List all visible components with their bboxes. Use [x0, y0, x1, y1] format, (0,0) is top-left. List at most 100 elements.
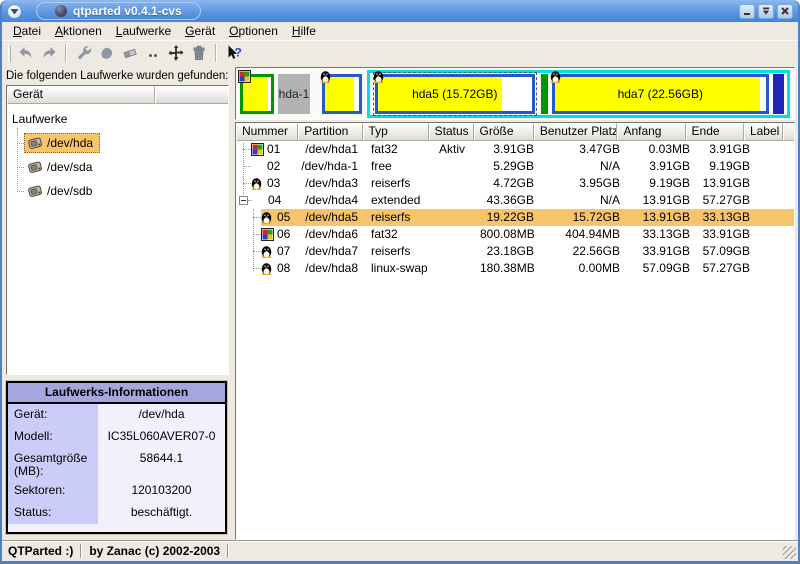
tux-icon	[261, 262, 275, 275]
titlebar[interactable]: qtparted v0.4.1-cvs	[2, 0, 798, 22]
redo-button	[37, 42, 60, 64]
column-header-num[interactable]: Nummer	[236, 123, 298, 141]
tree-branch-line	[17, 143, 24, 144]
windows-icon	[261, 228, 275, 241]
cell-ende: 57.27GB	[698, 192, 758, 209]
hard-disk-icon	[27, 160, 43, 174]
cell-benutzer: 3.47GB	[542, 141, 628, 158]
partition-number: 08	[277, 260, 290, 277]
cell-typ: extended	[366, 192, 434, 209]
tux-icon	[251, 177, 265, 190]
partition-block-hda1[interactable]	[240, 74, 274, 114]
status-separator	[80, 544, 82, 558]
window-controls	[739, 4, 793, 19]
cell-partition: /dev/hda5	[300, 209, 366, 226]
tree-branch-line	[253, 268, 261, 269]
partition-block-hda6[interactable]	[541, 74, 548, 114]
menu-hilfe[interactable]: Hilfe	[285, 23, 323, 39]
maximize-icon	[761, 6, 771, 16]
sidebar-item-dev-hda[interactable]: /dev/hda	[7, 131, 228, 155]
tree-branch-line	[253, 217, 261, 218]
partition-table-body: 01/dev/hda1fat32Aktiv3.91GB3.47GB0.03MB3…	[236, 141, 794, 539]
tree-branch-line	[17, 167, 24, 168]
tree-root-laufwerke[interactable]: Laufwerke	[7, 107, 228, 131]
partition-number: 04	[268, 192, 281, 209]
drive-info-footer	[8, 524, 225, 532]
cell-status: Aktiv	[434, 141, 480, 158]
table-row-dev-hda3[interactable]: 03/dev/hda3reiserfs4.72GB3.95GB9.19GB13.…	[236, 175, 794, 192]
column-header-filler	[783, 123, 794, 141]
cell-label	[758, 209, 794, 226]
table-row-dev-hda4[interactable]: 04/dev/hda4extended43.36GBN/A13.91GB57.2…	[236, 192, 794, 209]
info-label: Modell:	[8, 426, 98, 448]
table-row-dev-hda6[interactable]: 06/dev/hda6fat32800.08MB404.94MB33.13GB3…	[236, 226, 794, 243]
menu-datei[interactable]: Datei	[6, 23, 48, 39]
table-row-dev-hda8[interactable]: 08/dev/hda8linux-swap180.38MB0.00MB57.09…	[236, 260, 794, 277]
device-tree-header: Gerät	[7, 86, 228, 104]
cell-anfang: 3.91GB	[628, 158, 698, 175]
column-header-status[interactable]: Status	[429, 123, 474, 141]
sidebar-item-dev-sda[interactable]: /dev/sda	[7, 155, 228, 179]
close-button[interactable]	[777, 4, 793, 19]
window-menu-button[interactable]	[7, 4, 22, 19]
status-app-label: QTParted :)	[8, 544, 73, 558]
status-separator	[227, 544, 229, 558]
tree-branch-line	[253, 234, 261, 235]
menu-gert[interactable]: Gerät	[178, 23, 222, 39]
qtparted-app-icon	[55, 5, 67, 17]
device-tree-header-geraet[interactable]: Gerät	[7, 86, 155, 104]
undo-button	[14, 42, 37, 64]
hard-disk-icon	[27, 184, 43, 198]
cell-status	[434, 243, 480, 260]
partition-block-hda7[interactable]: hda7 (22.56GB)	[552, 74, 769, 114]
cell-groesse: 19.22GB	[480, 209, 542, 226]
table-row-dev-hda7[interactable]: 07/dev/hda7reiserfs23.18GB22.56GB33.91GB…	[236, 243, 794, 260]
partition-block-hda5[interactable]: hda5 (15.72GB)	[375, 74, 535, 114]
cell-typ: linux-swap	[366, 260, 434, 277]
menu-optionen[interactable]: Optionen	[222, 23, 285, 39]
table-row-dev-hda-1[interactable]: 02/dev/hda-1free5.29GBN/A3.91GB9.19GB	[236, 158, 794, 175]
eraser-icon	[121, 44, 139, 62]
toolbar-grip[interactable]	[8, 45, 11, 62]
column-header-partition[interactable]: Partition	[298, 123, 362, 141]
table-row-dev-hda1[interactable]: 01/dev/hda1fat32Aktiv3.91GB3.47GB0.03MB3…	[236, 141, 794, 158]
cell-partition: /dev/hda-1	[300, 158, 366, 175]
sidebar-item-dev-sdb[interactable]: /dev/sdb	[7, 179, 228, 203]
collapse-expander-icon[interactable]	[239, 196, 248, 205]
move-resize-button[interactable]	[164, 42, 187, 64]
menu-aktionen[interactable]: Aktionen	[48, 23, 109, 39]
column-header-typ[interactable]: Typ	[363, 123, 429, 141]
column-header-benutzer[interactable]: Benutzer Platz	[534, 123, 618, 141]
whats-this-help-button[interactable]: ?	[222, 42, 245, 64]
cell-typ: fat32	[366, 141, 434, 158]
extended-partition-container-hda4[interactable]: hda5 (15.72GB) hda7 (22.56GB)	[367, 70, 790, 118]
cell-typ: reiserfs	[366, 243, 434, 260]
column-header-groesse[interactable]: Größe	[474, 123, 534, 141]
cell-typ: reiserfs	[366, 209, 434, 226]
table-row-dev-hda5[interactable]: 05/dev/hda5reiserfs19.22GB15.72GB13.91GB…	[236, 209, 794, 226]
property-wrench-button	[72, 42, 95, 64]
column-header-label[interactable]: Label	[744, 123, 783, 141]
partition-number: 06	[277, 226, 290, 243]
cell-partition: /dev/hda1	[300, 141, 366, 158]
cell-anfang: 33.13GB	[628, 226, 698, 243]
svg-text:?: ?	[234, 46, 241, 60]
minimize-button[interactable]	[739, 4, 755, 19]
menu-laufwerke[interactable]: Laufwerke	[109, 23, 178, 39]
partition-block-hda8[interactable]	[773, 74, 784, 114]
cell-label	[758, 175, 794, 192]
free-space-block-hda-1[interactable]: hda-1	[278, 74, 310, 114]
move-resize-icon	[167, 44, 185, 62]
close-icon	[780, 6, 790, 16]
partition-block-label: hda5 (15.72GB)	[412, 87, 497, 101]
column-header-ende[interactable]: Ende	[686, 123, 744, 141]
resize-grip-icon[interactable]	[783, 546, 796, 559]
hide-dots-button	[141, 42, 164, 64]
undo-icon	[17, 44, 35, 62]
column-header-anfang[interactable]: Anfang	[617, 123, 685, 141]
partition-block-hda3[interactable]	[322, 74, 362, 114]
cell-groesse: 800.08MB	[480, 226, 542, 243]
info-value: 58644.1	[98, 448, 225, 480]
windows-icon	[251, 143, 265, 156]
maximize-button[interactable]	[758, 4, 774, 19]
